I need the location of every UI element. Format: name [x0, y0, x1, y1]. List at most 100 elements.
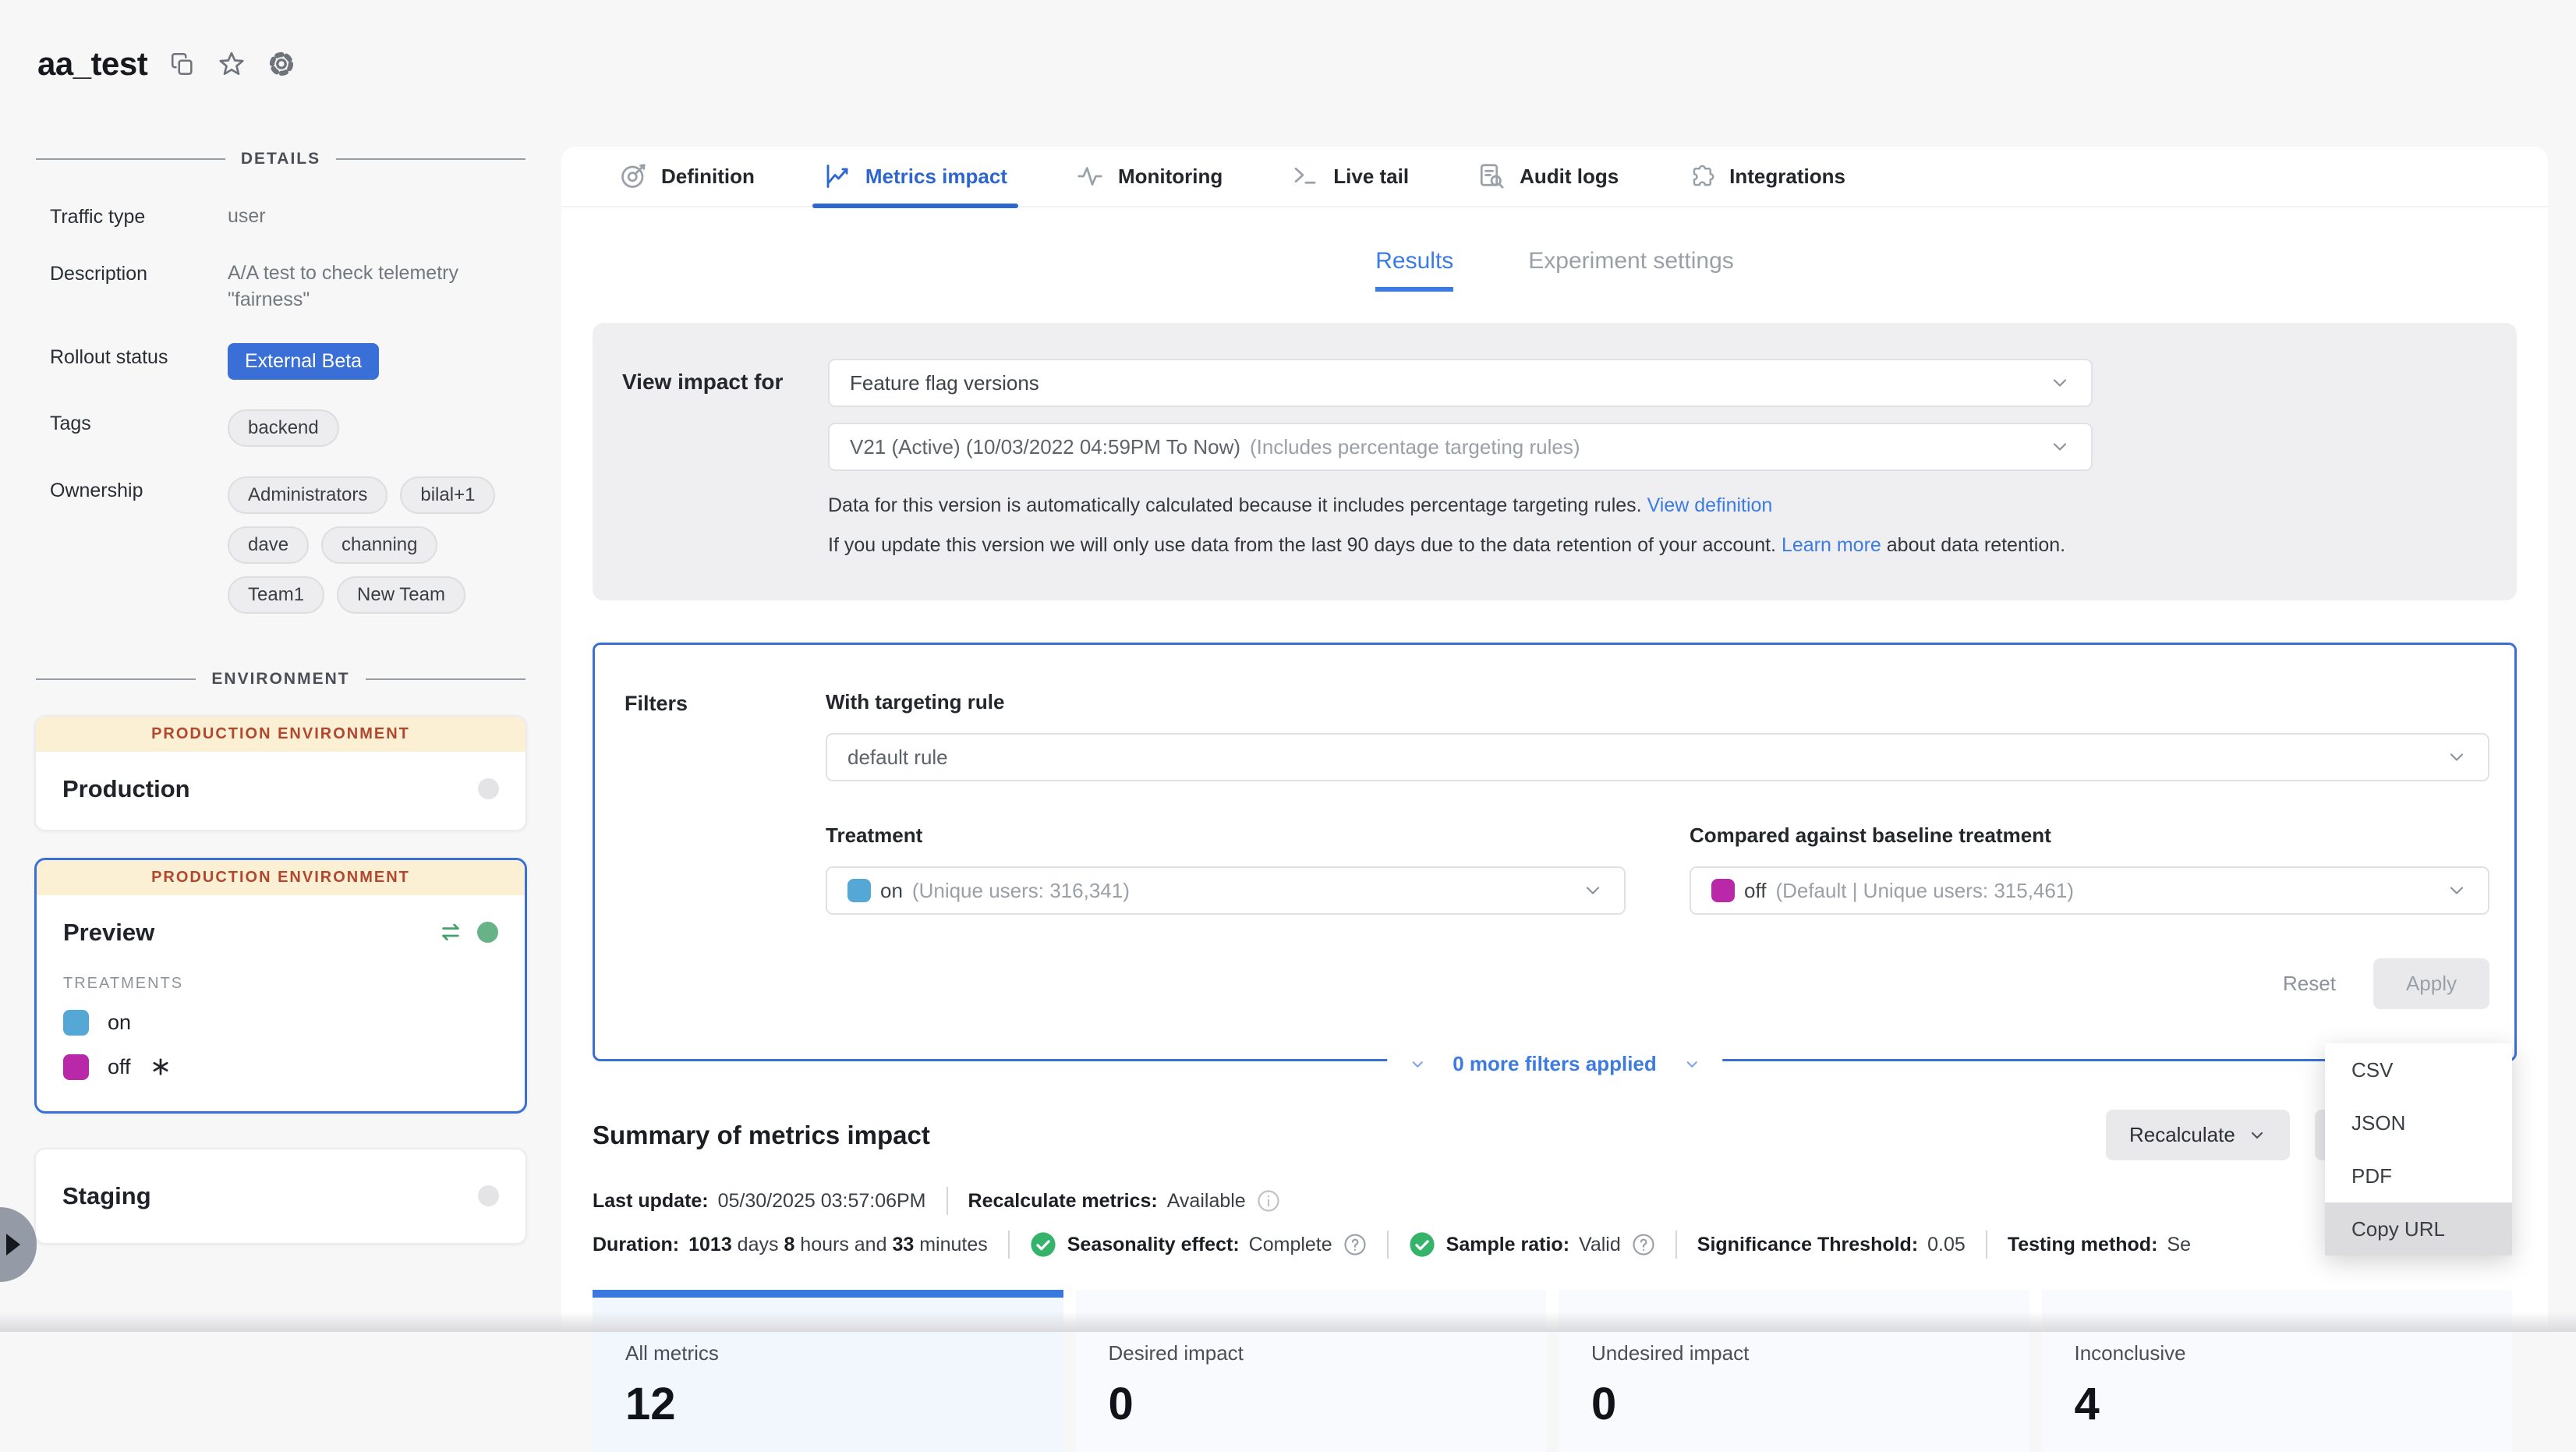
version-select-value: V21 (Active) (10/03/2022 04:59PM To Now)	[850, 435, 1240, 459]
chevron-down-icon	[2446, 746, 2468, 768]
share-menu-item-copy-url[interactable]: Copy URL	[2325, 1202, 2512, 1255]
tags-label: Tags	[50, 409, 228, 435]
view-impact-section: View impact for Feature flag versions V2…	[593, 323, 2517, 600]
details-grid: Traffic type user Description A/A test t…	[50, 203, 538, 614]
owner-pill[interactable]: dave	[228, 526, 309, 564]
duration-days: 1013	[688, 1234, 732, 1255]
rollout-status-label: Rollout status	[50, 343, 228, 369]
results-subtabs: Results Experiment settings	[561, 248, 2548, 292]
recalculate-button-label: Recalculate	[2129, 1123, 2235, 1147]
metric-card-value: 12	[625, 1378, 1031, 1430]
chevron-down-icon	[1683, 1056, 1700, 1073]
last-update-value: 05/30/2025 03:57:06PM	[718, 1190, 926, 1213]
help-icon[interactable]	[1343, 1233, 1367, 1256]
gear-icon[interactable]	[267, 50, 295, 78]
owner-pill[interactable]: Team1	[228, 576, 324, 614]
owner-pill[interactable]: bilal+1	[400, 476, 495, 514]
version-select[interactable]: V21 (Active) (10/03/2022 04:59PM To Now)…	[828, 423, 2093, 471]
treatment-row-off: off	[63, 1054, 498, 1080]
recalculate-button[interactable]: Recalculate	[2106, 1110, 2290, 1160]
status-dot-gray	[478, 778, 499, 799]
subtab-results[interactable]: Results	[1375, 248, 1453, 292]
chevron-down-icon	[1582, 880, 1604, 901]
chevron-down-icon	[2446, 880, 2468, 901]
info-icon[interactable]	[1257, 1189, 1280, 1213]
owner-pill[interactable]: channing	[321, 526, 437, 564]
traffic-type-label: Traffic type	[50, 203, 228, 228]
tab-monitoring[interactable]: Monitoring	[1076, 146, 1223, 207]
metric-card-value: 0	[1109, 1378, 1514, 1430]
chevron-down-icon	[2248, 1126, 2266, 1145]
impact-type-select[interactable]: Feature flag versions	[828, 359, 2093, 407]
environment-card-preview[interactable]: PRODUCTION ENVIRONMENT Preview TREATMENT…	[34, 858, 527, 1114]
subtab-experiment-settings[interactable]: Experiment settings	[1528, 248, 1733, 292]
tab-label: Audit logs	[1520, 165, 1619, 189]
owner-pill[interactable]: Administrators	[228, 476, 387, 514]
environment-card-production[interactable]: PRODUCTION ENVIRONMENT Production	[34, 715, 527, 831]
treatments-label: TREATMENTS	[63, 975, 498, 993]
baseline-treatment-select[interactable]: off (Default | Unique users: 315,461)	[1690, 866, 2489, 915]
owner-pill[interactable]: New Team	[337, 576, 465, 614]
version-select-note: (Includes percentage targeting rules)	[1250, 435, 1580, 459]
tab-metrics-impact[interactable]: Metrics impact	[823, 146, 1007, 207]
tab-live-tail[interactable]: Live tail	[1291, 146, 1409, 207]
production-environment-banner: PRODUCTION ENVIRONMENT	[37, 860, 525, 895]
main-panel: Definition Metrics impact Monitoring Liv…	[561, 147, 2548, 1332]
tab-bar: Definition Metrics impact Monitoring Liv…	[561, 147, 2548, 207]
status-dot-gray	[478, 1185, 499, 1206]
tags-list: backend	[228, 409, 538, 447]
metric-card-label: All metrics	[625, 1341, 1031, 1365]
tab-label: Monitoring	[1118, 165, 1223, 189]
significance-threshold-label: Significance Threshold:	[1697, 1234, 1918, 1256]
ownership-list: Administrators bilal+1 dave channing Tea…	[228, 476, 538, 614]
treatment-off-swatch	[63, 1054, 89, 1080]
treatment-select-note: (Unique users: 316,341)	[912, 879, 1130, 903]
check-circle-icon	[1409, 1231, 1435, 1258]
flag-header: aa_test	[0, 0, 561, 83]
share-menu-item-csv[interactable]: CSV	[2325, 1043, 2512, 1096]
tab-label: Live tail	[1333, 165, 1409, 189]
metric-card-value: 4	[2075, 1378, 2480, 1430]
target-icon	[619, 162, 647, 190]
star-icon[interactable]	[218, 50, 246, 78]
significance-threshold-value: 0.05	[1927, 1234, 1966, 1256]
share-menu-item-json[interactable]: JSON	[2325, 1096, 2512, 1149]
environment-name: Production	[62, 775, 190, 803]
production-environment-banner: PRODUCTION ENVIRONMENT	[36, 717, 525, 752]
apply-button[interactable]: Apply	[2373, 958, 2489, 1009]
summary-header: Summary of metrics impact Recalculate Sh…	[593, 1110, 2512, 1160]
duration-minutes: 33	[892, 1234, 914, 1255]
divider	[1008, 1231, 1010, 1259]
view-definition-link[interactable]: View definition	[1647, 494, 1773, 516]
treatment-select[interactable]: on (Unique users: 316,341)	[826, 866, 1626, 915]
duration-value: 1013 days 8 hours and 33 minutes	[688, 1234, 988, 1256]
reset-button[interactable]: Reset	[2283, 972, 2336, 996]
retention-info-text: If you update this version we will only …	[828, 534, 1776, 556]
version-info-line-2: If you update this version we will only …	[828, 534, 2093, 557]
sidebar-collapse-handle[interactable]	[0, 1207, 37, 1282]
tab-definition[interactable]: Definition	[619, 146, 755, 207]
tab-label: Integrations	[1729, 165, 1845, 189]
tab-audit-logs[interactable]: Audit logs	[1477, 146, 1619, 207]
share-results-menu: CSV JSON PDF Copy URL	[2325, 1043, 2512, 1255]
environment-section-header: ENVIRONMENT	[36, 670, 525, 689]
filters-label: Filters	[625, 690, 826, 1009]
line-chart-icon	[823, 162, 851, 190]
help-icon[interactable]	[1632, 1233, 1655, 1256]
recalculate-metrics-value: Available	[1167, 1190, 1246, 1213]
terminal-icon	[1291, 162, 1319, 190]
targeting-rule-select[interactable]: default rule	[826, 733, 2489, 781]
tag-pill[interactable]: backend	[228, 409, 339, 447]
environment-card-staging[interactable]: Staging	[34, 1148, 527, 1245]
duration-days-unit: days	[732, 1234, 784, 1255]
divider	[36, 158, 225, 160]
copy-icon[interactable]	[169, 51, 196, 77]
testing-method-label: Testing method:	[2008, 1234, 2158, 1256]
tab-integrations[interactable]: Integrations	[1687, 146, 1845, 207]
details-section-title: DETAILS	[241, 150, 320, 168]
learn-more-link[interactable]: Learn more	[1782, 534, 1881, 556]
traffic-type-value: user	[228, 203, 538, 230]
description-value: A/A test to check telemetry "fairness"	[228, 260, 538, 313]
more-filters-toggle[interactable]: 0 more filters applied	[1387, 1052, 1722, 1076]
share-menu-item-pdf[interactable]: PDF	[2325, 1149, 2512, 1202]
